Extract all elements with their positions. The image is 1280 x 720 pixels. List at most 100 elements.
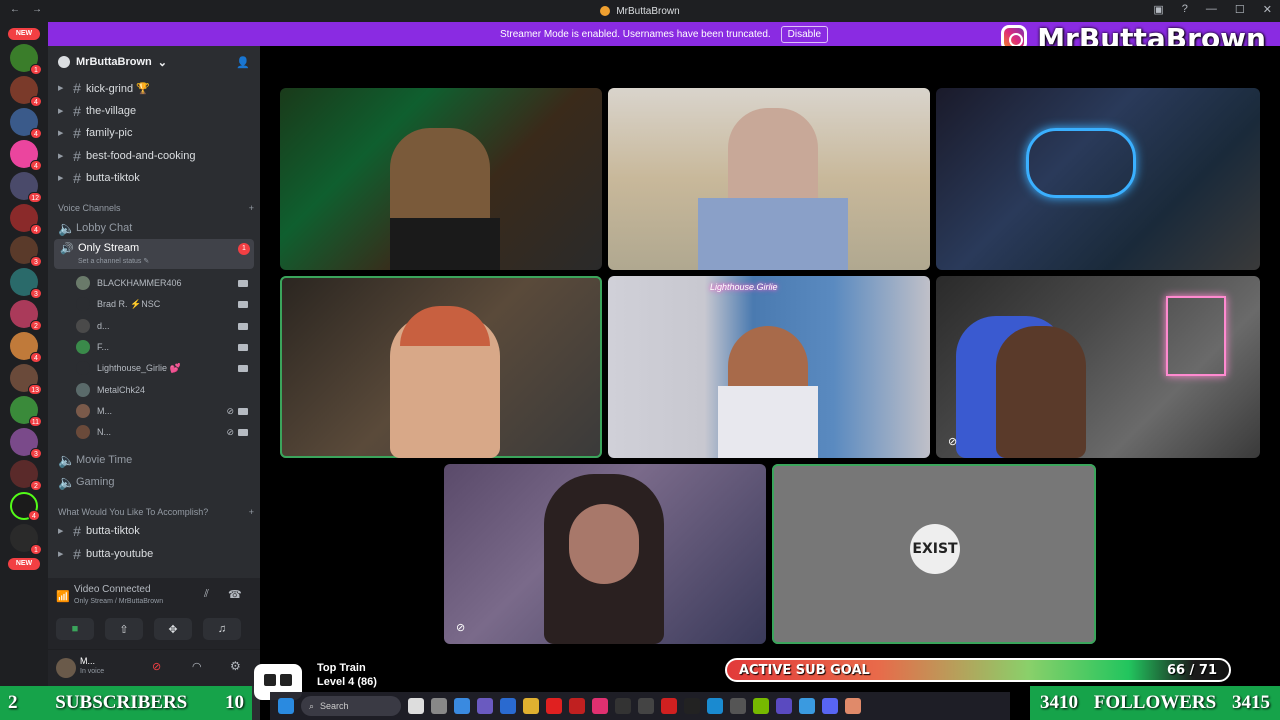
voice-channel-gaming[interactable]: 🔈 Gaming [58, 472, 254, 492]
voice-member[interactable]: Brad R. ⚡NSC [76, 295, 252, 313]
camera-button[interactable]: ■ [56, 618, 94, 640]
app-icon[interactable] [638, 698, 654, 714]
noise-suppression-icon[interactable]: ⫽ [204, 588, 209, 601]
server-icon[interactable]: 3 [10, 428, 42, 459]
app-icon[interactable] [661, 698, 677, 714]
text-channel[interactable]: ▶ # the-village [58, 101, 254, 121]
voice-channel-lobby[interactable]: 🔈 Lobby Chat [58, 218, 254, 238]
server-icon[interactable]: 12 [10, 172, 42, 203]
muted-mic-icon[interactable]: ⊘ [152, 660, 161, 673]
plus-icon[interactable]: + [249, 203, 254, 213]
app-icon[interactable] [845, 698, 861, 714]
video-tile[interactable] [936, 88, 1260, 270]
activities-button[interactable]: ✥ [154, 618, 192, 640]
voice-channel-movie[interactable]: 🔈 Movie Time [58, 450, 254, 470]
caret-icon: ▶ [58, 108, 64, 115]
chrome-icon[interactable] [799, 698, 815, 714]
muted-mic-icon: ⊘ [226, 405, 234, 416]
voice-member[interactable]: M... ⊘ [76, 402, 252, 420]
server-icon[interactable]: 4 [10, 76, 42, 107]
inbox-icon[interactable]: ▣ [1153, 3, 1163, 16]
voice-status-subtitle[interactable]: Only Stream / MrButtaBrown [74, 598, 163, 605]
voice-member[interactable]: d... [76, 317, 252, 335]
participant-shirt [390, 218, 500, 270]
app-icon[interactable] [431, 698, 447, 714]
search-icon: ⌕ [309, 700, 315, 711]
disconnect-icon[interactable]: ☎ [228, 588, 242, 601]
screen-share-button[interactable]: ⇧ [105, 618, 143, 640]
calculator-icon[interactable] [776, 698, 792, 714]
category-header[interactable]: What Would You Like To Accomplish? + [58, 504, 254, 520]
server-icon[interactable]: 1 [10, 524, 42, 555]
teams-icon[interactable] [477, 698, 493, 714]
tiktok-icon[interactable] [592, 698, 608, 714]
close-icon[interactable]: ✕ [1263, 3, 1272, 16]
text-channel[interactable]: ▶ # family-pic [58, 123, 254, 143]
server-icon[interactable]: 3 [10, 236, 42, 267]
channel-label: family-pic [86, 127, 133, 139]
voice-member[interactable]: BLACKHAMMER406 [76, 274, 252, 292]
edge-icon[interactable] [454, 698, 470, 714]
app-icon[interactable] [569, 698, 585, 714]
server-icon[interactable]: 4 [10, 204, 42, 235]
server-icon[interactable]: 3 [10, 268, 42, 299]
voice-member[interactable]: N... ⊘ [76, 423, 252, 441]
voice-category-header[interactable]: Voice Channels + [58, 200, 254, 216]
minimize-icon[interactable]: — [1206, 3, 1217, 16]
avatar-tile-speaking[interactable]: EXIST [772, 464, 1096, 644]
app-icon[interactable] [707, 698, 723, 714]
discord-icon[interactable] [822, 698, 838, 714]
server-icon[interactable]: 4 [10, 332, 42, 363]
headphones-icon[interactable]: ◠ [192, 660, 202, 673]
video-tile[interactable] [280, 88, 602, 270]
video-tile-speaking[interactable] [280, 276, 602, 458]
app-icon[interactable] [730, 698, 746, 714]
server-icon[interactable]: 2 [10, 300, 42, 331]
video-tile[interactable]: ⊘ [936, 276, 1260, 458]
taskbar-search[interactable]: ⌕ Search [301, 696, 401, 716]
obs-icon[interactable] [615, 698, 631, 714]
disable-streamer-mode-button[interactable]: Disable [780, 25, 829, 43]
maximize-icon[interactable]: ☐ [1235, 3, 1245, 16]
server-icon[interactable]: 1 [10, 44, 42, 75]
sub-goal-progress: 66 / 71 [1167, 662, 1217, 678]
gear-icon[interactable]: ⚙ [230, 659, 241, 673]
server-header[interactable]: MrButtaBrown ⌄ 👤 [48, 46, 260, 78]
text-channel[interactable]: ▶ # butta-tiktok [58, 521, 254, 541]
back-arrow-icon[interactable]: ← [10, 4, 20, 15]
voice-channel-only-stream[interactable]: 🔊 Only Stream Set a channel status ✎ 1 [54, 239, 254, 269]
voice-member[interactable]: Lighthouse_Girlie 💕 [76, 359, 252, 377]
channel-status-hint[interactable]: Set a channel status ✎ [78, 257, 149, 265]
text-channel[interactable]: ▶ # butta-tiktok [58, 168, 254, 188]
nvidia-icon[interactable] [753, 698, 769, 714]
server-icon[interactable]: 11 [10, 396, 42, 427]
video-tile[interactable]: Lighthouse.Girlie [608, 276, 930, 458]
server-icon[interactable]: 2 [10, 460, 42, 491]
text-channel[interactable]: ▶ # kick-grind 🏆 [58, 78, 254, 98]
task-view-icon[interactable] [408, 698, 424, 714]
folder-icon[interactable] [523, 698, 539, 714]
avatar[interactable] [56, 658, 76, 678]
start-icon[interactable] [278, 698, 294, 714]
forward-arrow-icon[interactable]: → [32, 4, 42, 15]
capcut-icon[interactable] [684, 698, 700, 714]
kick-server-icon[interactable]: 4 [10, 492, 40, 521]
channel-label: best-food-and-cooking [86, 150, 196, 162]
followers-goal: 3415 [1231, 692, 1270, 713]
help-icon[interactable]: ? [1182, 3, 1188, 16]
youtube-icon[interactable] [546, 698, 562, 714]
server-icon[interactable]: 4 [10, 108, 42, 139]
voice-member[interactable]: MetalChk24 [76, 381, 252, 399]
signal-icon[interactable]: 📶 [56, 590, 70, 603]
text-channel[interactable]: ▶ # best-food-and-cooking [58, 146, 254, 166]
store-icon[interactable] [500, 698, 516, 714]
add-member-icon[interactable]: 👤 [236, 56, 250, 69]
voice-member[interactable]: F... [76, 338, 252, 356]
plus-icon[interactable]: + [249, 507, 254, 517]
video-tile[interactable] [608, 88, 930, 270]
discord-nitro-icon[interactable]: 4 [10, 140, 42, 171]
soundboard-button[interactable]: ♫ [203, 618, 241, 640]
text-channel[interactable]: ▶ # butta-youtube [58, 544, 254, 564]
server-icon[interactable]: 13 [10, 364, 42, 395]
video-tile[interactable]: ⊘ [444, 464, 766, 644]
